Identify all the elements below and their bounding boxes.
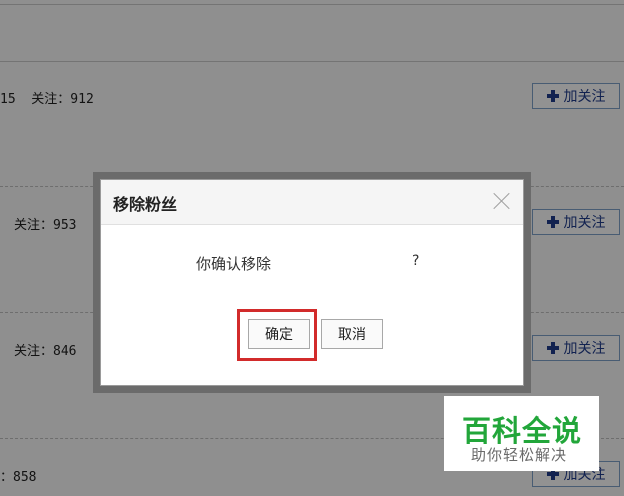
dialog-header: 移除粉丝 [101, 180, 523, 225]
confirm-button[interactable]: 确定 [248, 319, 310, 349]
remove-fan-dialog: 移除粉丝 你确认移除 ? 确定 取消 [100, 179, 524, 386]
dialog-question-mark: ? [412, 253, 420, 269]
dialog-message: 你确认移除 [196, 255, 272, 273]
watermark-subtitle: 助你轻松解决 [471, 446, 568, 464]
close-icon[interactable] [493, 192, 511, 210]
watermark-logo: 百科全说 助你轻松解决 [444, 396, 599, 471]
dialog-title: 移除粉丝 [113, 195, 178, 214]
cancel-button[interactable]: 取消 [321, 319, 383, 349]
